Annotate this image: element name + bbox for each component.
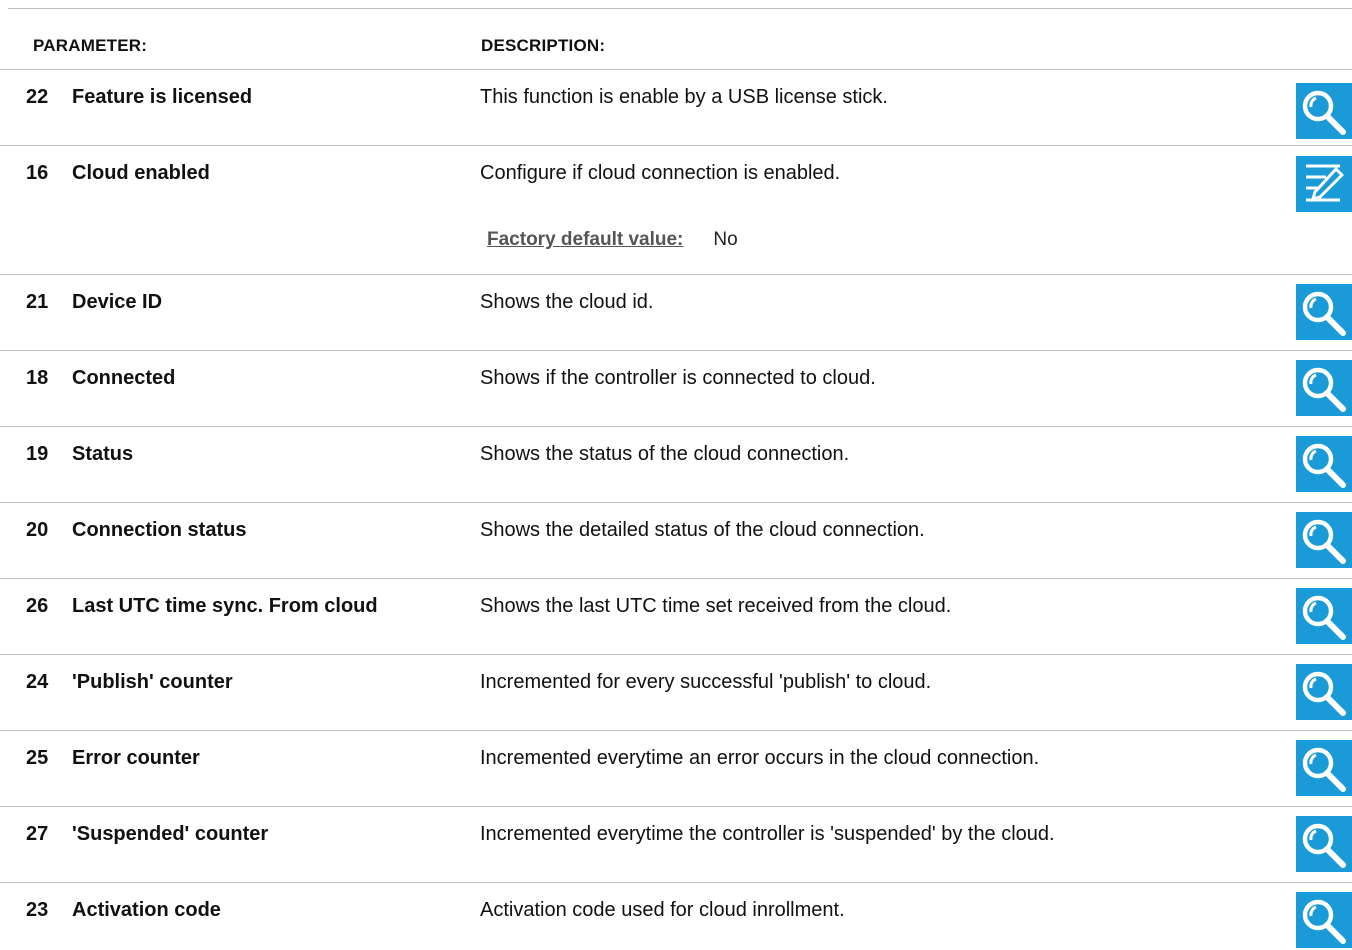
parameter-name: Last UTC time sync. From cloud	[72, 595, 378, 617]
factory-default: Factory default value: No	[487, 229, 738, 251]
parameter-number: 22	[26, 86, 49, 108]
parameter-description: Shows the detailed status of the cloud c…	[480, 519, 925, 541]
factory-default-value: No	[713, 229, 738, 250]
table-row: 24 'Publish' counter Incremented for eve…	[0, 655, 1352, 731]
parameter-document: PARAMETER: DESCRIPTION: 22 Feature is li…	[0, 0, 1352, 950]
parameter-description: Shows if the controller is connected to …	[480, 367, 876, 389]
parameter-name: Connected	[72, 367, 176, 389]
table-row: 25 Error counter Incremented everytime a…	[0, 731, 1352, 807]
parameter-number: 19	[26, 443, 49, 465]
magnifier-icon[interactable]	[1296, 436, 1352, 492]
magnifier-icon[interactable]	[1296, 664, 1352, 720]
parameter-name: 'Publish' counter	[72, 671, 233, 693]
table-row: 26 Last UTC time sync. From cloud Shows …	[0, 579, 1352, 655]
parameter-number: 25	[26, 747, 49, 769]
table-row: 27 'Suspended' counter Incremented every…	[0, 807, 1352, 883]
parameter-number: 18	[26, 367, 49, 389]
parameter-number: 26	[26, 595, 49, 617]
parameter-number: 21	[26, 291, 49, 313]
table-row: 20 Connection status Shows the detailed …	[0, 503, 1352, 579]
parameter-description: Activation code used for cloud inrollmen…	[480, 899, 845, 921]
factory-default-label: Factory default value:	[487, 229, 684, 250]
parameter-name: Status	[72, 443, 134, 465]
table-row: 21 Device ID Shows the cloud id.	[0, 275, 1352, 351]
parameter-name: Connection status	[72, 519, 247, 541]
parameter-name: Error counter	[72, 747, 200, 769]
magnifier-icon[interactable]	[1296, 892, 1352, 948]
parameter-description: Configure if cloud connection is enabled…	[480, 162, 841, 184]
parameter-description: Shows the status of the cloud connection…	[480, 443, 850, 465]
parameter-name: Feature is licensed	[72, 86, 253, 108]
parameter-number: 27	[26, 823, 49, 845]
parameter-description: Incremented for every successful 'publis…	[480, 671, 932, 693]
magnifier-icon[interactable]	[1296, 360, 1352, 416]
table-row: 22 Feature is licensed This function is …	[0, 70, 1352, 146]
parameter-description: Shows the last UTC time set received fro…	[480, 595, 952, 617]
parameter-number: 20	[26, 519, 49, 541]
edit-icon[interactable]	[1296, 156, 1352, 212]
parameter-number: 23	[26, 899, 49, 921]
table-row: 19 Status Shows the status of the cloud …	[0, 427, 1352, 503]
parameter-description: This function is enable by a USB license…	[480, 86, 888, 108]
parameter-name: Activation code	[72, 899, 221, 921]
table-header: PARAMETER: DESCRIPTION:	[0, 9, 1352, 70]
magnifier-icon[interactable]	[1296, 284, 1352, 340]
parameter-description: Shows the cloud id.	[480, 291, 654, 313]
parameter-column-header: PARAMETER:	[33, 36, 148, 55]
parameter-name: Cloud enabled	[72, 162, 210, 184]
parameter-description: Incremented everytime an error occurs in…	[480, 747, 1040, 769]
parameter-description: Incremented everytime the controller is …	[480, 823, 1055, 845]
parameter-name: 'Suspended' counter	[72, 823, 269, 845]
description-column-header: DESCRIPTION:	[481, 36, 606, 55]
parameter-number: 16	[26, 162, 49, 184]
magnifier-icon[interactable]	[1296, 816, 1352, 872]
parameter-name: Device ID	[72, 291, 163, 313]
magnifier-icon[interactable]	[1296, 512, 1352, 568]
magnifier-icon[interactable]	[1296, 740, 1352, 796]
table-row: 18 Connected Shows if the controller is …	[0, 351, 1352, 427]
table-row: 23 Activation code Activation code used …	[0, 883, 1352, 950]
magnifier-icon[interactable]	[1296, 588, 1352, 644]
magnifier-icon[interactable]	[1296, 83, 1352, 139]
table-row: 16 Cloud enabled Configure if cloud conn…	[0, 146, 1352, 275]
parameter-number: 24	[26, 671, 49, 693]
